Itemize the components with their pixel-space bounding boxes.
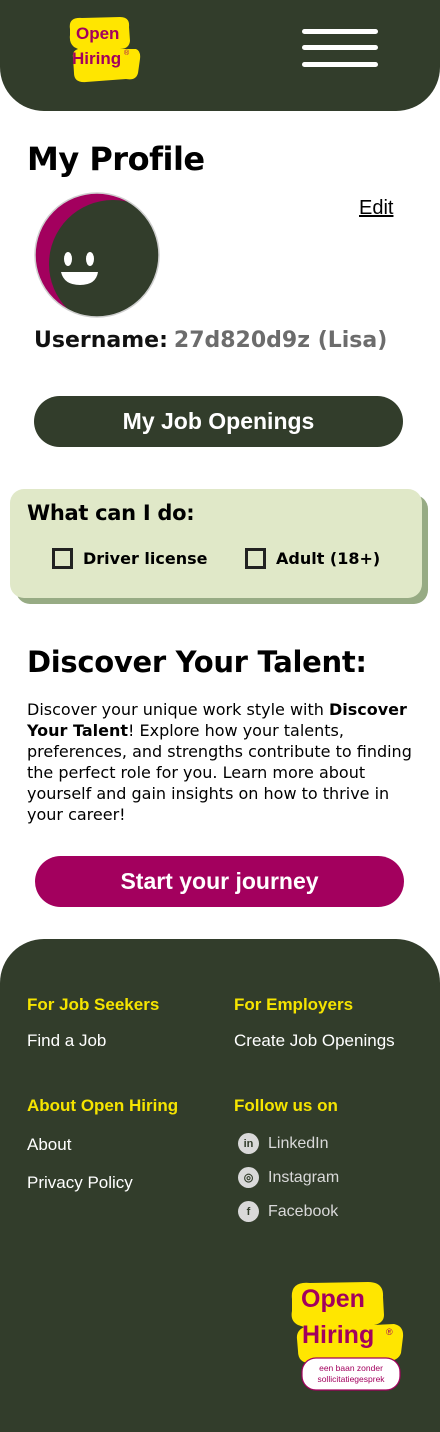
site-header: Open Hiring ® — [0, 0, 440, 111]
footer-logo-tagline-2: sollicitatiegesprek — [317, 1374, 385, 1384]
footer-link-facebook[interactable]: f Facebook — [238, 1201, 338, 1222]
linkedin-icon: in — [238, 1133, 259, 1154]
checkbox-box[interactable] — [52, 548, 73, 569]
footer-link-linkedin[interactable]: in LinkedIn — [238, 1133, 329, 1154]
my-job-openings-button[interactable]: My Job Openings — [34, 396, 403, 447]
page-title: My Profile — [27, 140, 205, 178]
avatar — [34, 192, 160, 318]
social-label: Facebook — [268, 1202, 339, 1220]
footer-heading-job-seekers: For Job Seekers — [27, 995, 160, 1014]
discover-description: Discover your unique work style with Dis… — [27, 699, 419, 825]
skills-card-title: What can I do: — [27, 501, 195, 525]
checkbox-label: Driver license — [83, 549, 208, 568]
social-label: Instagram — [268, 1168, 340, 1186]
discover-title: Discover Your Talent: — [27, 645, 367, 679]
footer-link-create-job-openings[interactable]: Create Job Openings — [234, 1031, 395, 1051]
logo-word-hiring: Hiring — [72, 49, 121, 68]
instagram-icon: ◎ — [238, 1167, 259, 1188]
edit-profile-link[interactable]: Edit — [359, 197, 393, 220]
hamburger-menu-icon[interactable] — [302, 29, 380, 71]
footer-link-find-a-job[interactable]: Find a Job — [27, 1031, 106, 1051]
checkbox-box[interactable] — [245, 548, 266, 569]
footer-logo-tagline-1: een baan zonder — [319, 1363, 383, 1373]
footer-link-instagram[interactable]: ◎ Instagram — [238, 1167, 339, 1188]
username-label: Username: — [34, 328, 168, 353]
checkbox-label: Adult (18+) — [276, 549, 381, 568]
start-journey-button[interactable]: Start your journey — [35, 856, 404, 907]
driver-license-checkbox[interactable]: Driver license — [52, 548, 207, 569]
discover-text-start: Discover your unique work style with — [27, 700, 329, 719]
footer-logo-word-hiring: Hiring — [302, 1321, 374, 1349]
username-value: 27d820d9z (Lisa) — [173, 328, 388, 353]
social-label: LinkedIn — [268, 1134, 329, 1152]
footer-link-privacy-policy[interactable]: Privacy Policy — [27, 1173, 133, 1193]
open-hiring-footer-logo[interactable]: Open Hiring ® een baan zonder sollicitat… — [286, 1279, 408, 1392]
footer-heading-follow: Follow us on — [234, 1096, 338, 1115]
footer-link-about[interactable]: About — [27, 1135, 71, 1155]
facebook-icon: f — [238, 1201, 259, 1222]
footer-heading-about: About Open Hiring — [27, 1096, 179, 1115]
footer-logo-word-open: Open — [301, 1285, 365, 1313]
footer-heading-employers: For Employers — [234, 995, 354, 1014]
logo-word-open: Open — [76, 24, 119, 43]
adult-checkbox[interactable]: Adult (18+) — [245, 548, 380, 569]
avatar-right-eye — [86, 252, 94, 266]
open-hiring-logo[interactable]: Open Hiring ® — [66, 15, 142, 83]
logo-registered-mark: ® — [124, 49, 130, 57]
username-row: Username: 27d820d9z (Lisa) — [34, 328, 387, 353]
footer-logo-registered-mark: ® — [386, 1327, 393, 1337]
avatar-left-eye — [64, 252, 72, 266]
